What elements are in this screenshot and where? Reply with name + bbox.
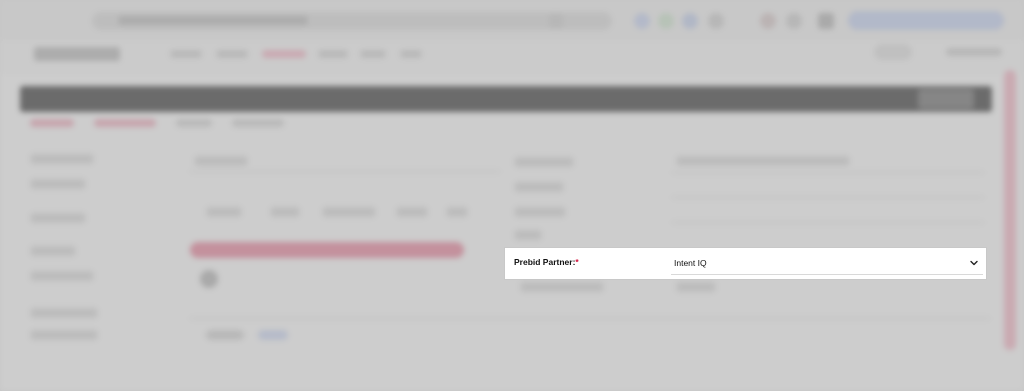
prebid-partner-label-text: Prebid Partner:	[514, 257, 576, 267]
prebid-partner-label: Prebid Partner:*	[514, 257, 579, 267]
prebid-partner-select[interactable]: Intent IQ	[671, 253, 983, 275]
chevron-down-icon[interactable]	[969, 258, 979, 268]
prebid-partner-field: Prebid Partner:* Intent IQ	[505, 248, 986, 279]
required-marker: *	[575, 257, 579, 267]
modal-overlay	[0, 0, 1024, 391]
prebid-partner-selected-value: Intent IQ	[674, 258, 707, 268]
